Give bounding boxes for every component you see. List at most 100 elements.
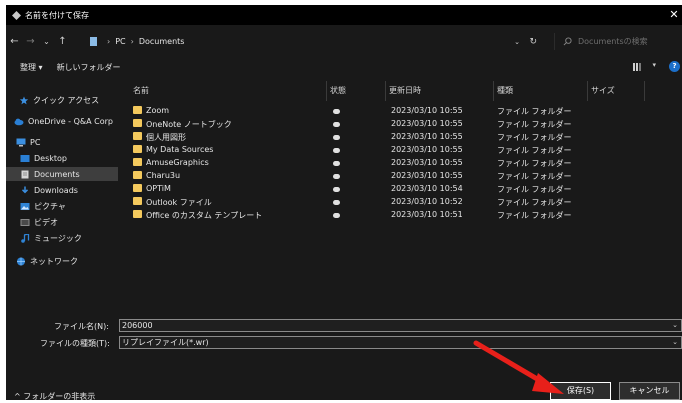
file-row[interactable]: OPTiM 2023/03/10 10:54 ファイル フォルダー bbox=[127, 183, 647, 196]
sidebar-item-pc[interactable]: PC bbox=[6, 135, 118, 149]
column-divider[interactable] bbox=[493, 81, 494, 101]
organize-button[interactable]: 整理 ▾ bbox=[20, 62, 43, 73]
sidebar-item-label: OneDrive - Q&A Corp bbox=[28, 116, 113, 126]
network-icon bbox=[17, 257, 25, 265]
hide-folders-button[interactable]: ^ フォルダーの非表示 bbox=[14, 391, 95, 400]
back-button[interactable]: ← bbox=[8, 36, 21, 47]
help-button[interactable]: ? bbox=[669, 61, 680, 72]
view-dropdown-button[interactable]: ▾ bbox=[652, 61, 656, 69]
file-list-scroll-area[interactable] bbox=[646, 81, 682, 317]
up-button[interactable]: ↑ bbox=[56, 36, 69, 47]
column-divider[interactable] bbox=[385, 81, 386, 101]
column-divider[interactable] bbox=[587, 81, 588, 101]
new-folder-button[interactable]: 新しいフォルダー bbox=[57, 62, 121, 73]
file-row[interactable]: Charu3u 2023/03/10 10:55 ファイル フォルダー bbox=[127, 170, 647, 183]
folder-icon bbox=[133, 132, 142, 140]
file-type: ファイル フォルダー bbox=[497, 107, 572, 116]
music-icon bbox=[21, 233, 30, 243]
save-form: ファイル名(N): 206000 ⌄ ファイルの種類(T): リプレイファイル(… bbox=[6, 319, 682, 400]
file-name: 個人用図形 bbox=[146, 133, 186, 142]
breadcrumb-separator: › bbox=[130, 37, 134, 46]
sidebar-item-downloads[interactable]: Downloads bbox=[6, 183, 118, 197]
cloud-sync-icon bbox=[333, 148, 340, 153]
folder-icon bbox=[133, 158, 142, 166]
file-name: Zoom bbox=[146, 106, 170, 115]
file-type: ファイル フォルダー bbox=[497, 159, 572, 168]
cloud-sync-icon bbox=[333, 187, 340, 192]
file-date: 2023/03/10 10:55 bbox=[391, 145, 463, 154]
filename-input[interactable]: 206000 ⌄ bbox=[119, 319, 682, 332]
file-type: ファイル フォルダー bbox=[497, 120, 572, 129]
file-date: 2023/03/10 10:55 bbox=[391, 158, 463, 167]
cloud-sync-icon bbox=[333, 161, 340, 166]
column-header-size[interactable]: サイズ bbox=[591, 85, 615, 96]
document-icon bbox=[21, 170, 29, 178]
filetype-select[interactable]: リプレイファイル(*.wr) ⌄ bbox=[119, 336, 682, 349]
column-divider[interactable] bbox=[326, 81, 327, 101]
sidebar-item-videos[interactable]: ビデオ bbox=[6, 215, 118, 229]
file-date: 2023/03/10 10:52 bbox=[391, 197, 463, 206]
column-header-name[interactable]: 名前 bbox=[133, 85, 149, 96]
search-box[interactable]: Documentsの検索 bbox=[554, 33, 682, 50]
file-type: ファイル フォルダー bbox=[497, 198, 572, 207]
save-as-dialog: 名前を付けて保存 ✕ ← → ⌄ ↑ › PC › Documents ⌄ ↻ … bbox=[6, 5, 682, 400]
file-row[interactable]: Zoom 2023/03/10 10:55 ファイル フォルダー bbox=[127, 105, 647, 118]
column-header-status[interactable]: 状態 bbox=[330, 85, 346, 96]
sidebar-item-label: Desktop bbox=[34, 153, 67, 163]
column-header-date[interactable]: 更新日時 bbox=[389, 85, 421, 96]
address-bar[interactable]: › PC › Documents ⌄ ↻ bbox=[86, 33, 542, 50]
view-options-icon[interactable] bbox=[632, 62, 642, 72]
sidebar-item-onedrive[interactable]: OneDrive - Q&A Corp bbox=[6, 114, 118, 128]
search-placeholder: Documentsの検索 bbox=[578, 37, 648, 46]
annotation-arrow bbox=[473, 340, 564, 394]
column-divider[interactable] bbox=[644, 81, 645, 101]
filename-value: 206000 bbox=[122, 321, 153, 330]
cloud-sync-icon bbox=[333, 213, 340, 218]
forward-button[interactable]: → bbox=[24, 36, 37, 47]
sidebar-item-pictures[interactable]: ピクチャ bbox=[6, 199, 118, 213]
file-date: 2023/03/10 10:55 bbox=[391, 119, 463, 128]
file-row[interactable]: 個人用図形 2023/03/10 10:55 ファイル フォルダー bbox=[127, 131, 647, 144]
cancel-button[interactable]: キャンセル bbox=[619, 382, 680, 400]
scrollbar[interactable] bbox=[673, 81, 679, 317]
file-date: 2023/03/10 10:51 bbox=[391, 210, 463, 219]
recent-locations-button[interactable]: ⌄ bbox=[40, 37, 53, 46]
file-row[interactable]: Office のカスタム テンプレート 2023/03/10 10:51 ファイ… bbox=[127, 209, 647, 222]
file-type: ファイル フォルダー bbox=[497, 133, 572, 142]
window-title: 名前を付けて保存 bbox=[25, 10, 89, 20]
sidebar-item-label: クイック アクセス bbox=[33, 95, 100, 105]
refresh-button[interactable]: ↻ bbox=[529, 37, 537, 47]
sidebar-item-label: PC bbox=[30, 137, 41, 147]
address-dropdown-button[interactable]: ⌄ bbox=[514, 38, 520, 46]
file-name: My Data Sources bbox=[146, 145, 214, 154]
sidebar-item-music[interactable]: ミュージック bbox=[6, 231, 118, 245]
picture-icon bbox=[20, 202, 30, 210]
sidebar-item-label: ビデオ bbox=[34, 217, 58, 227]
chevron-down-icon[interactable]: ⌄ bbox=[672, 337, 678, 348]
command-bar: 整理 ▾ 新しいフォルダー ▾ ? bbox=[6, 57, 682, 77]
file-row[interactable]: AmuseGraphics 2023/03/10 10:55 ファイル フォルダ… bbox=[127, 157, 647, 170]
computer-icon bbox=[16, 138, 26, 146]
sidebar-item-documents[interactable]: Documents bbox=[6, 167, 118, 181]
breadcrumb-separator: › bbox=[107, 37, 111, 46]
sidebar-item-label: Documents bbox=[34, 169, 80, 179]
file-list: 名前 状態 更新日時 種類 サイズ Zoom 2023/03/10 10:55 … bbox=[121, 81, 646, 317]
filetype-value: リプレイファイル(*.wr) bbox=[122, 338, 209, 347]
download-icon bbox=[21, 186, 29, 193]
file-row[interactable]: Outlook ファイル 2023/03/10 10:52 ファイル フォルダー bbox=[127, 196, 647, 209]
sidebar-item-network[interactable]: ネットワーク bbox=[6, 254, 118, 268]
sidebar-item-desktop[interactable]: Desktop bbox=[6, 151, 118, 165]
file-row[interactable]: My Data Sources 2023/03/10 10:55 ファイル フォ… bbox=[127, 144, 647, 157]
sidebar-item-quick-access[interactable]: クイック アクセス bbox=[6, 93, 118, 107]
search-icon bbox=[563, 37, 572, 46]
breadcrumb-documents[interactable]: Documents bbox=[139, 37, 185, 46]
chevron-down-icon[interactable]: ⌄ bbox=[672, 320, 678, 331]
close-button[interactable]: ✕ bbox=[668, 8, 680, 21]
breadcrumb-pc[interactable]: PC bbox=[115, 37, 125, 46]
file-date: 2023/03/10 10:55 bbox=[391, 106, 463, 115]
star-icon bbox=[19, 95, 29, 104]
sidebar-item-label: Downloads bbox=[34, 185, 78, 195]
column-header-type[interactable]: 種類 bbox=[497, 85, 513, 96]
file-row[interactable]: OneNote ノートブック 2023/03/10 10:55 ファイル フォル… bbox=[127, 118, 647, 131]
sidebar-item-label: ネットワーク bbox=[30, 256, 78, 266]
